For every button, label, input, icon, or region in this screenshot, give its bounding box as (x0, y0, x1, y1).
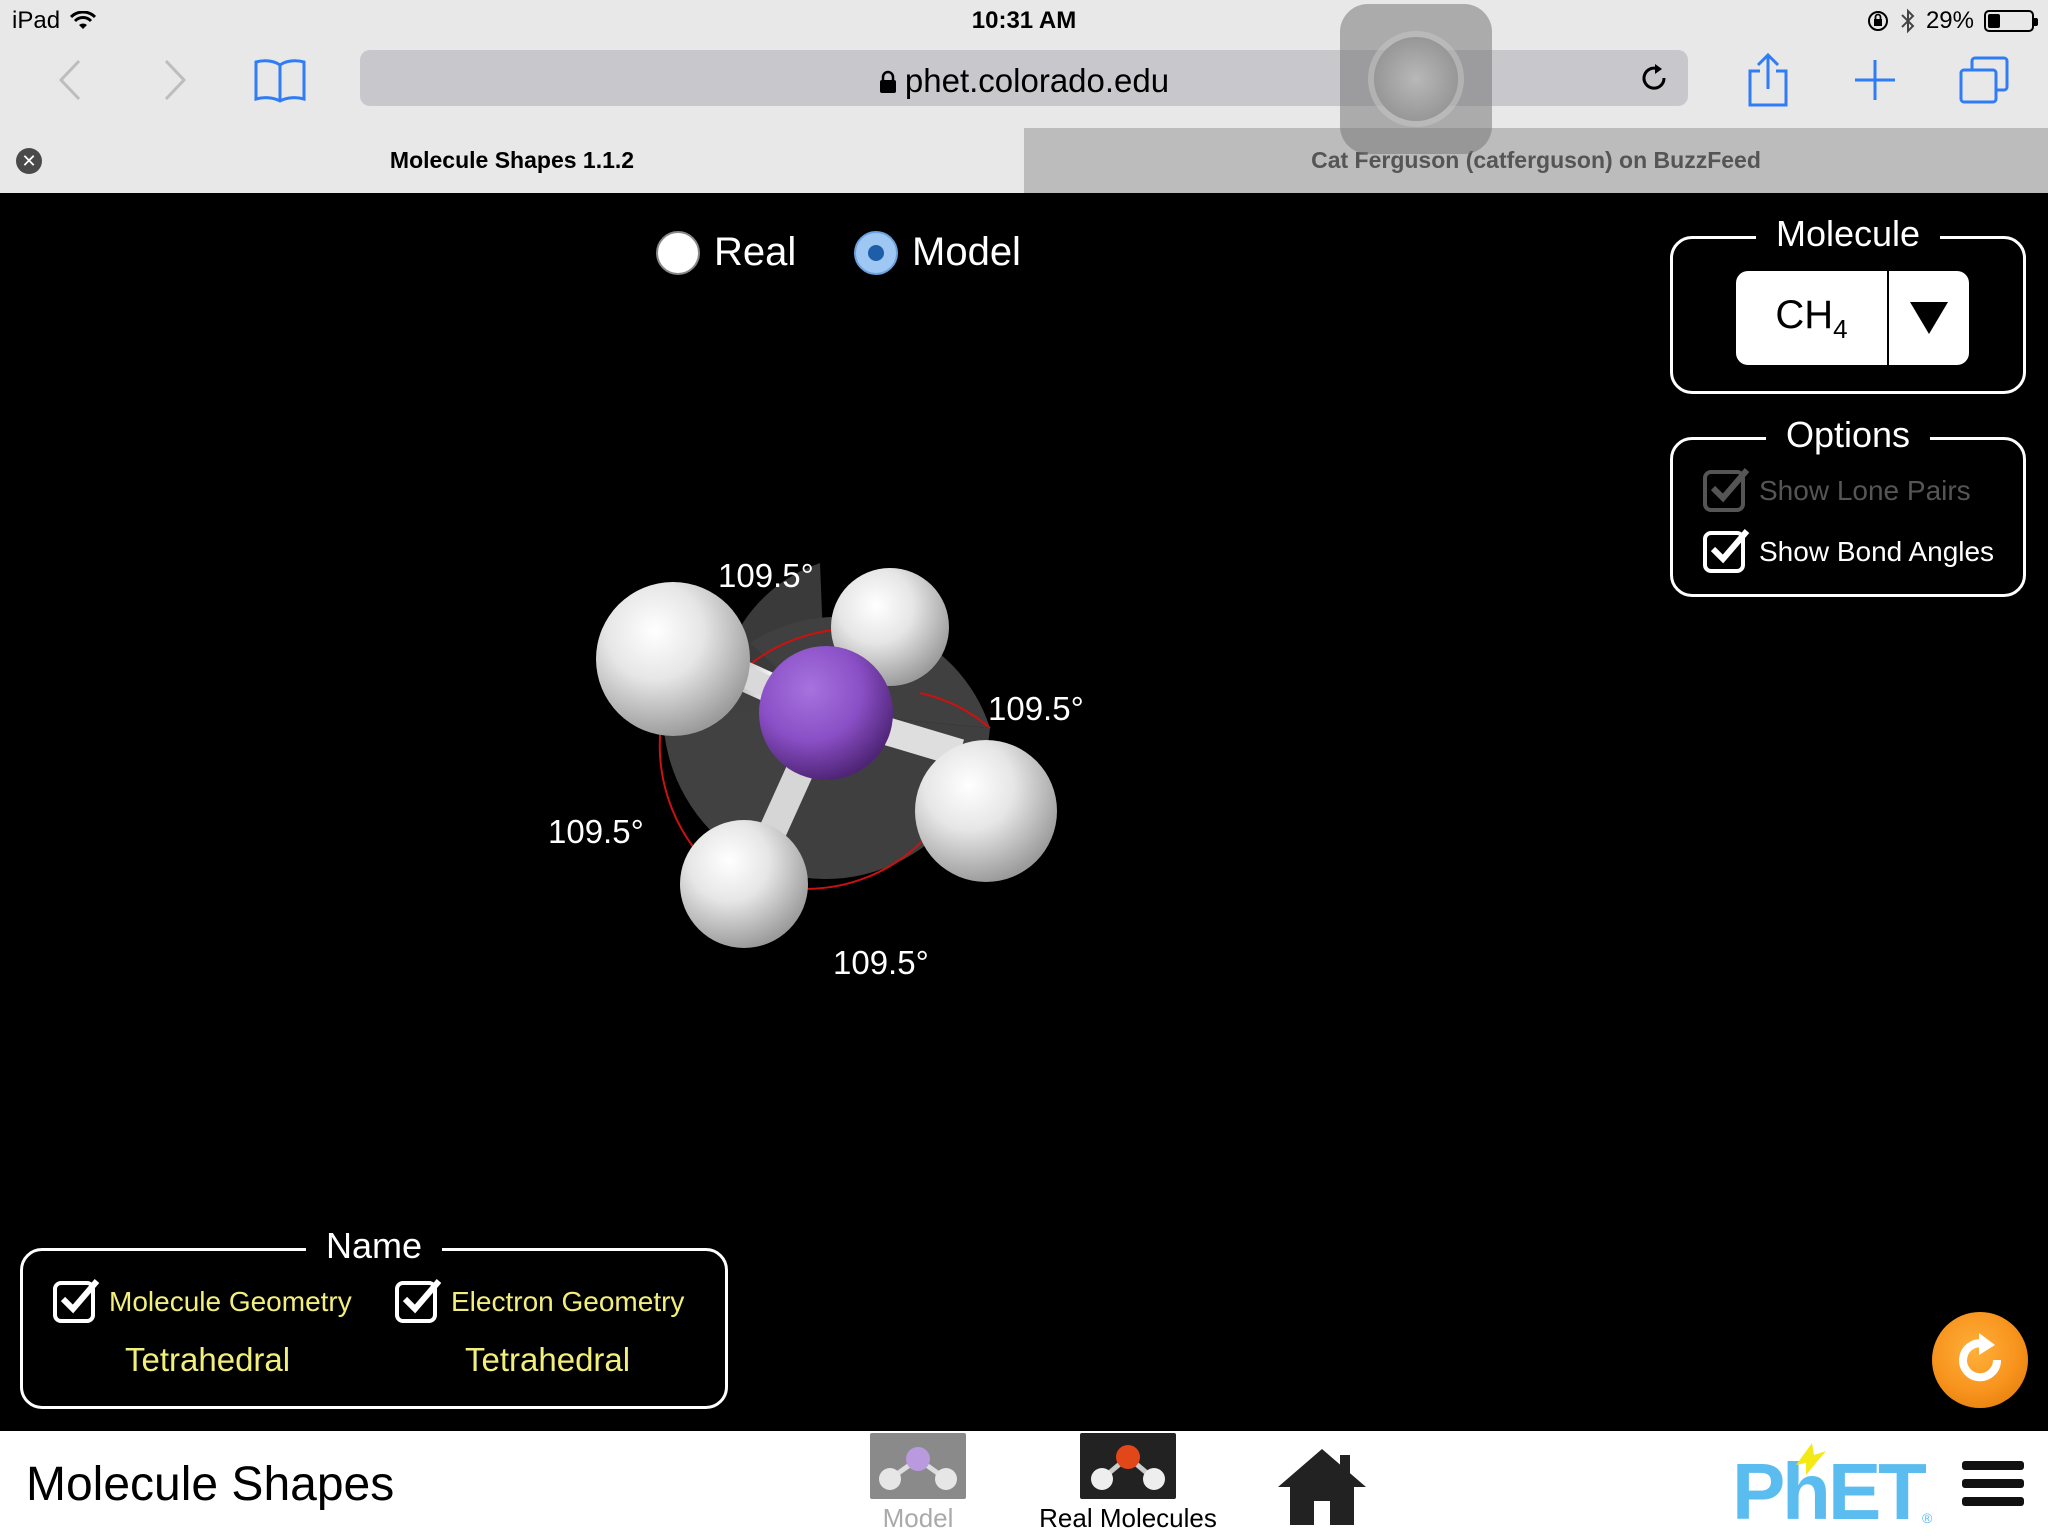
show-lone-pairs-checkbox[interactable]: Show Lone Pairs (1703, 468, 1971, 512)
molecule-geometry-label: Molecule Geometry (109, 1286, 352, 1317)
new-tab-button[interactable] (1845, 50, 1905, 110)
back-button[interactable] (40, 50, 100, 110)
forward-button[interactable] (145, 50, 205, 110)
tab-molecule-shapes[interactable]: ✕ Molecule Shapes 1.1.2 (0, 128, 1024, 193)
safari-toolbar: phet.colorado.edu (0, 40, 2048, 120)
url-text: phet.colorado.edu (904, 62, 1170, 99)
options-panel-title: Options (1765, 414, 1931, 455)
share-icon (1748, 53, 1788, 107)
radio-real-indicator[interactable] (656, 230, 700, 275)
book-icon (254, 59, 306, 103)
radio-real-label: Real (714, 230, 797, 274)
share-button[interactable] (1738, 50, 1798, 110)
electron-geometry-value: Tetrahedral (465, 1341, 631, 1378)
bluetooth-icon (1901, 8, 1915, 34)
reset-all-button[interactable] (1932, 1312, 2028, 1408)
chevron-right-icon (164, 59, 187, 101)
model-screen-icon (870, 1433, 966, 1499)
reload-icon[interactable] (1638, 62, 1670, 94)
close-tab-icon[interactable]: ✕ (16, 148, 42, 174)
orientation-lock-icon (1867, 11, 1888, 31)
hamburger-menu-icon[interactable] (1962, 1461, 2024, 1515)
tab-title: Molecule Shapes 1.1.2 (389, 147, 635, 173)
house-icon (1278, 1449, 1366, 1525)
svg-text:®: ® (1922, 1510, 1932, 1526)
status-bar: iPad 10:31 AM 29% (0, 0, 2048, 40)
phet-logo[interactable]: P h E T ® (1732, 1441, 1933, 1536)
name-panel: Name Molecule Geometry Electron Geometry… (20, 1225, 728, 1409)
show-lone-pairs-label: Show Lone Pairs (1759, 475, 1971, 506)
options-panel: Options Show Lone Pairs Show Bond Angles (1670, 414, 2026, 597)
molecule-view[interactable] (560, 563, 1080, 1013)
bond-angle-label: 109.5° (833, 944, 929, 981)
checkbox-check-icon (395, 1279, 442, 1323)
simulation-area: Real Model Molecule CH4 Options Show Lon… (0, 193, 2048, 1431)
hydrogen-atom (915, 740, 1057, 882)
hydrogen-atom (680, 820, 808, 948)
radio-model-indicator[interactable] (854, 230, 898, 275)
radio-model[interactable]: Model (854, 230, 1021, 275)
screen-button-model[interactable]: Model (848, 1433, 988, 1536)
reset-icon (1959, 1333, 2002, 1382)
name-panel-title: Name (305, 1225, 443, 1266)
browser-chrome: iPad 10:31 AM 29% phet.colorado.edu ✕ Mo… (0, 0, 2048, 193)
screen-label-model: Model (882, 1503, 954, 1533)
central-carbon-atom (759, 646, 893, 780)
molecule-formula: CH4 (1775, 293, 1848, 344)
battery-icon (1984, 10, 2038, 32)
molecule-panel-title: Molecule (1755, 213, 1941, 254)
molecule-combo-box[interactable]: CH4 (1736, 271, 1969, 365)
bond-angle-label: 109.5° (718, 557, 814, 594)
show-bond-angles-checkbox[interactable]: Show Bond Angles (1703, 529, 1995, 573)
tabs-overview-button[interactable] (1954, 50, 2014, 110)
electron-geometry-checkbox[interactable]: Electron Geometry (395, 1279, 685, 1323)
navigation-bar: Molecule Shapes Model Real Molecules P h… (0, 1431, 2048, 1536)
tabs-icon (1959, 56, 2009, 104)
svg-text:P: P (1732, 1447, 1785, 1531)
plus-icon (1855, 60, 1895, 100)
dropdown-arrow-icon[interactable] (1889, 271, 1969, 365)
screen-label-real-molecules: Real Molecules (1039, 1503, 1217, 1533)
real-molecules-screen-icon (1080, 1433, 1176, 1499)
electron-geometry-label: Electron Geometry (451, 1286, 685, 1317)
molecule-panel: Molecule CH4 (1670, 213, 2026, 394)
battery-percent: 29% (1925, 7, 1974, 34)
show-bond-angles-label: Show Bond Angles (1759, 536, 1995, 567)
bookmarks-button[interactable] (250, 50, 310, 110)
molecule-geometry-value: Tetrahedral (125, 1341, 291, 1378)
status-time: 10:31 AM (971, 7, 1077, 34)
checkbox-check-icon (1703, 468, 1750, 512)
assistive-touch-button[interactable] (1340, 4, 1492, 154)
svg-text:E: E (1828, 1447, 1881, 1531)
tab-strip: ✕ Molecule Shapes 1.1.2 Cat Ferguson (ca… (0, 128, 2048, 193)
checkbox-check-icon (1703, 529, 1750, 573)
chevron-left-icon (58, 59, 81, 101)
home-button[interactable] (1274, 1445, 1370, 1529)
radio-model-label: Model (912, 230, 1021, 274)
svg-text:T: T (1878, 1447, 1927, 1531)
lock-icon (879, 70, 896, 93)
hydrogen-atom (596, 582, 750, 736)
checkbox-check-icon (53, 1279, 100, 1323)
radio-real[interactable]: Real (656, 230, 796, 275)
bond-angle-label: 109.5° (548, 813, 644, 850)
molecule-geometry-checkbox[interactable]: Molecule Geometry (53, 1279, 352, 1323)
bond-angle-label: 109.5° (988, 690, 1084, 727)
tab-buzzfeed[interactable]: Cat Ferguson (catferguson) on BuzzFeed (1024, 128, 2048, 193)
screen-button-real-molecules[interactable]: Real Molecules (1039, 1433, 1217, 1536)
sim-title: Molecule Shapes (26, 1458, 395, 1511)
